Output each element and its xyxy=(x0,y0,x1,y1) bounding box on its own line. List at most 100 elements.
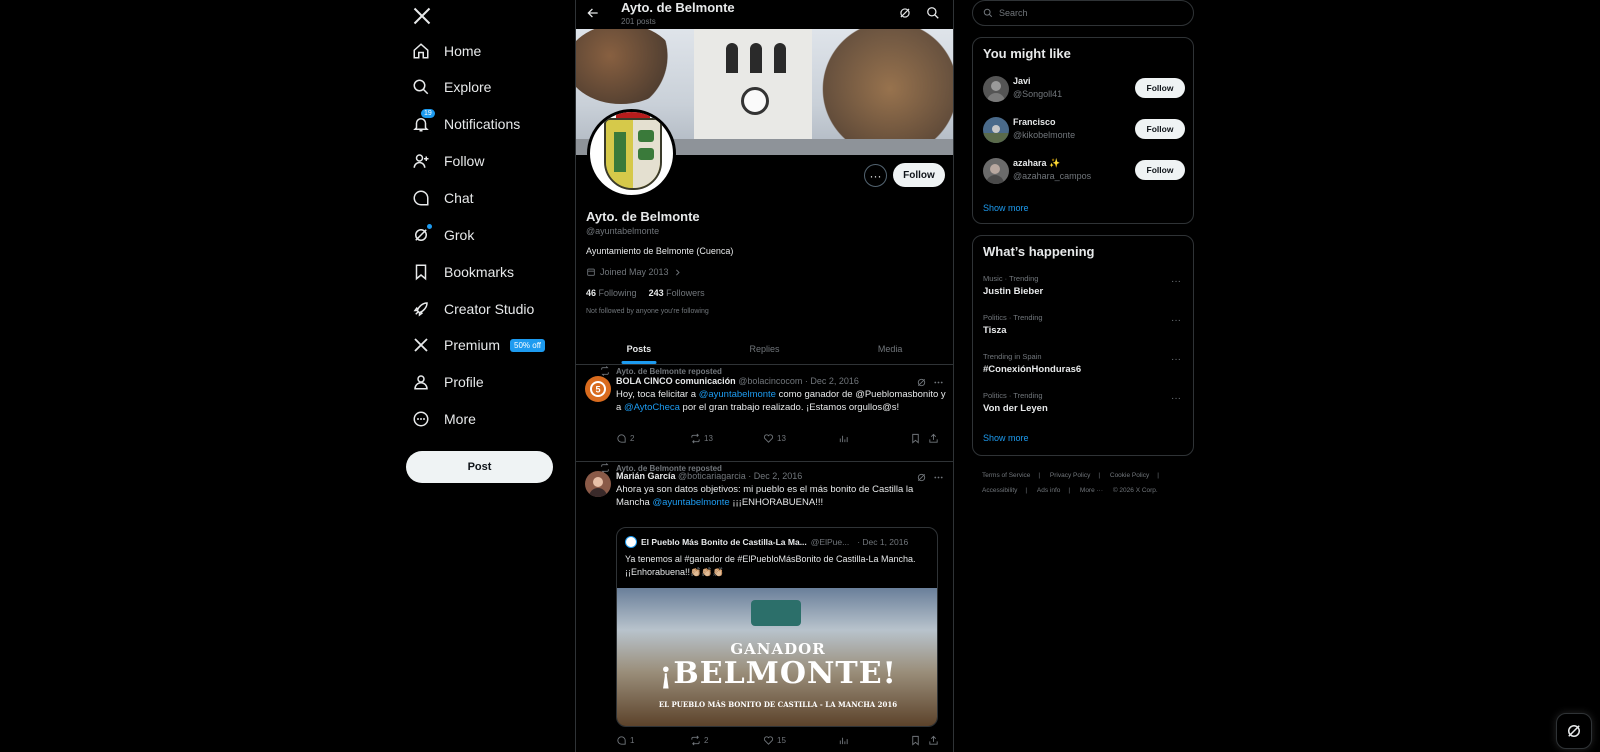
quoted-post-image[interactable]: GANADOR ¡BELMONTE! EL PUEBLO MÁS BONITO … xyxy=(617,588,937,726)
suggested-account[interactable]: Javi @Songoll41 Follow xyxy=(983,74,1185,104)
nav-bookmarks[interactable]: Bookmarks xyxy=(412,257,514,287)
following-link[interactable]: 46 Following xyxy=(586,288,637,298)
grok-icon xyxy=(1565,722,1583,740)
follow-button[interactable]: Follow xyxy=(893,163,945,187)
trend-category: Music · Trending xyxy=(983,274,1039,283)
nav-explore[interactable]: Explore xyxy=(412,72,491,102)
post-author-handle[interactable]: @bolacincocom xyxy=(738,376,802,386)
post-more-icon[interactable] xyxy=(933,377,944,388)
nav-home[interactable]: Home xyxy=(412,36,481,66)
footer-accessibility[interactable]: Accessibility xyxy=(982,487,1017,494)
follow-button[interactable]: Follow xyxy=(1135,119,1185,139)
suggested-account[interactable]: azahara ✨ @azahara_campos Follow xyxy=(983,156,1185,186)
footer-cookie[interactable]: Cookie Policy xyxy=(1110,472,1149,479)
nav-more[interactable]: More xyxy=(412,404,476,434)
search-icon xyxy=(983,8,993,18)
follow-button[interactable]: Follow xyxy=(1135,160,1185,180)
search-input[interactable] xyxy=(999,8,1179,18)
nav-notifications[interactable]: 19 Notifications xyxy=(412,109,520,139)
profile-joined[interactable]: Joined May 2013 xyxy=(586,267,682,277)
grok-icon[interactable] xyxy=(916,472,927,483)
views-button[interactable] xyxy=(838,735,849,746)
followers-link[interactable]: 243 Followers xyxy=(649,288,705,298)
trends-show-more[interactable]: Show more xyxy=(983,433,1029,443)
trend-item[interactable]: Politics · Trending Von der Leyen ··· xyxy=(983,391,1185,421)
chat-icon xyxy=(412,189,430,207)
quoted-post[interactable]: El Pueblo Más Bonito de Castilla-La Ma..… xyxy=(616,527,938,727)
x-logo-icon[interactable] xyxy=(412,6,432,26)
repost-icon xyxy=(600,366,610,376)
search-icon[interactable] xyxy=(926,6,940,20)
footer-terms[interactable]: Terms of Service xyxy=(982,472,1030,479)
more-horizontal-icon[interactable]: ··· xyxy=(1171,276,1181,287)
grok-floating-button[interactable] xyxy=(1556,713,1592,749)
post-date[interactable]: · Dec 2, 2016 xyxy=(748,471,802,481)
post-author-name[interactable]: Marián García xyxy=(616,471,676,481)
post-author-name[interactable]: BOLA CINCO comunicación xyxy=(616,376,736,386)
profile-more-button[interactable]: ··· xyxy=(864,164,887,187)
post-more-icon[interactable] xyxy=(933,472,944,483)
svg-text:5: 5 xyxy=(595,385,600,395)
trend-topic: #ConexiónHonduras6 xyxy=(983,364,1082,375)
account-handle: @azahara_campos xyxy=(1013,171,1092,181)
post-item[interactable]: Ayto. de Belmonte reposted 5 BOLA CINCO … xyxy=(576,366,953,462)
nav-grok[interactable]: Grok xyxy=(412,220,474,250)
share-button[interactable] xyxy=(928,433,939,444)
nav-creator-studio[interactable]: Creator Studio xyxy=(412,294,534,324)
nav-label: Home xyxy=(444,43,482,59)
suggested-account[interactable]: Francisco @kikobelmonte Follow xyxy=(983,115,1185,145)
post-author-avatar[interactable]: 5 xyxy=(585,376,611,402)
reply-button[interactable]: 1 xyxy=(616,735,634,746)
nav-chat[interactable]: Chat xyxy=(412,183,474,213)
reply-button[interactable]: 2 xyxy=(616,433,634,444)
trend-category: Trending in Spain xyxy=(983,352,1042,361)
more-horizontal-icon[interactable]: ··· xyxy=(1171,354,1181,365)
quoted-author-handle: @ElPue... xyxy=(810,537,850,547)
nav-label: Explore xyxy=(444,79,492,95)
tab-media[interactable]: Media xyxy=(827,333,953,364)
trend-item[interactable]: Trending in Spain #ConexiónHonduras6 ··· xyxy=(983,352,1185,382)
footer-links: Terms of Service | Privacy Policy | Cookie… xyxy=(982,472,1159,494)
post-author-handle[interactable]: @boticariagarcia xyxy=(678,471,746,481)
grok-icon[interactable] xyxy=(898,6,912,20)
repost-button[interactable]: 2 xyxy=(690,735,708,746)
views-button[interactable] xyxy=(838,433,849,444)
mention-link[interactable]: @ayuntabelmonte xyxy=(699,389,776,400)
more-horizontal-icon[interactable]: ··· xyxy=(1171,315,1181,326)
mention-link[interactable]: @ayuntabelmonte xyxy=(652,497,729,508)
mention-link[interactable]: @AytoCheca xyxy=(624,402,680,413)
post-date[interactable]: · Dec 2, 2016 xyxy=(805,376,859,386)
footer-copyright: © 2026 X Corp. xyxy=(1112,487,1158,494)
profile-handle: @ayuntabelmonte xyxy=(586,226,660,236)
footer-ads[interactable]: Ads info xyxy=(1037,487,1061,494)
post-author-avatar[interactable] xyxy=(585,471,611,497)
trend-item[interactable]: Music · Trending Justin Bieber ··· xyxy=(983,274,1185,304)
bookmark-button[interactable] xyxy=(910,735,921,746)
nav-follow[interactable]: Follow xyxy=(412,146,484,176)
back-arrow-icon[interactable] xyxy=(586,6,600,20)
footer-more[interactable]: More ··· xyxy=(1080,487,1103,494)
search-box[interactable] xyxy=(972,0,1194,26)
nav-profile[interactable]: Profile xyxy=(412,367,484,397)
suggestions-show-more[interactable]: Show more xyxy=(983,203,1029,213)
trend-topic: Justin Bieber xyxy=(983,286,1044,297)
more-circle-icon xyxy=(412,410,430,428)
post-button[interactable]: Post xyxy=(406,451,553,483)
right-sidebar: You might like Javi @Songoll41 Follow Fr… xyxy=(972,0,1194,752)
trend-item[interactable]: Politics · Trending Tisza ··· xyxy=(983,313,1185,343)
bookmark-button[interactable] xyxy=(910,433,921,444)
repost-button[interactable]: 13 xyxy=(690,433,713,444)
profile-avatar[interactable] xyxy=(587,109,676,198)
footer-privacy[interactable]: Privacy Policy xyxy=(1050,472,1090,479)
more-horizontal-icon[interactable]: ··· xyxy=(1171,393,1181,404)
profile-header-bar: Ayto. de Belmonte 201 posts xyxy=(576,0,953,28)
trends-card: What’s happening Music · Trending Justin… xyxy=(972,235,1194,456)
tab-replies[interactable]: Replies xyxy=(702,333,828,364)
like-button[interactable]: 13 xyxy=(763,433,786,444)
grok-icon[interactable] xyxy=(916,377,927,388)
nav-premium[interactable]: Premium 50% off xyxy=(412,330,545,360)
follow-button[interactable]: Follow xyxy=(1135,78,1185,98)
like-button[interactable]: 15 xyxy=(763,735,786,746)
share-button[interactable] xyxy=(928,735,939,746)
tab-posts[interactable]: Posts xyxy=(576,333,702,364)
